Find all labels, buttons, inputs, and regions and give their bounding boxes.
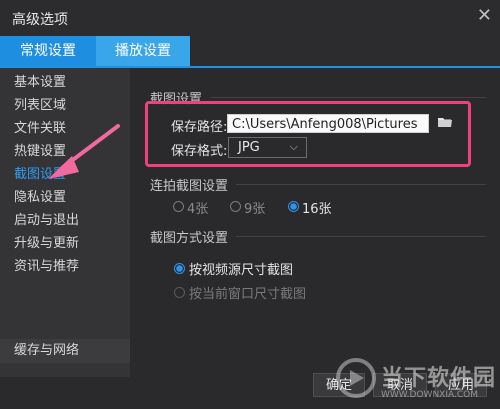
section-divider [236,184,486,185]
watermark-url: WWW.DOWNXIA.COM [381,390,478,400]
burst-settings-title: 连拍截图设置 [150,179,229,194]
tab-playback-settings[interactable]: 播放设置 [96,36,190,66]
radio-burst-4[interactable] [173,201,184,212]
save-format-select[interactable]: JPG ⌵ [228,137,307,158]
sidebar-item-list-area[interactable]: 列表区域 [0,94,130,117]
sidebar-item-update[interactable]: 升级与更新 [0,232,130,255]
sidebar-item-news[interactable]: 资讯与推荐 [0,255,130,278]
screenshot-settings-title: 截图设置 [150,92,203,107]
radio-window-size-label: 按当前窗口尺寸截图 [189,287,307,302]
section-divider [236,236,486,237]
window-title: 高级选项 [12,12,68,28]
tab-bar: 常规设置 播放设置 [0,36,500,68]
radio-window-size[interactable] [174,287,185,298]
radio-burst-4-label: 4张 [187,202,209,217]
sidebar-item-basic[interactable]: 基本设置 [0,71,130,94]
radio-burst-9-label: 9张 [244,202,266,217]
watermark-text: 当下软件园 [381,366,497,391]
radio-burst-16-label: 16张 [302,202,332,217]
sidebar-item-screenshot[interactable]: 截图设置 [0,163,130,186]
save-path-input[interactable]: C:\Users\Anfeng008\Pictures [227,114,429,133]
sidebar: 基本设置 列表区域 文件关联 热键设置 截图设置 隐私设置 启动与退出 升级与更… [0,68,130,377]
sidebar-item-privacy[interactable]: 隐私设置 [0,186,130,209]
close-icon[interactable]: ✕ [477,4,492,28]
save-path-label: 保存路径: [171,120,228,135]
chevron-down-icon: ⌵ [289,140,298,153]
save-format-value: JPG [238,140,260,155]
radio-burst-16[interactable] [288,201,299,212]
folder-icon[interactable] [437,114,453,130]
sidebar-item-cache-network[interactable]: 缓存与网络 [0,339,130,363]
tab-general-settings[interactable]: 常规设置 [0,36,96,66]
radio-burst-9[interactable] [230,201,241,212]
method-settings-title: 截图方式设置 [150,231,229,246]
title-bar: 高级选项 ✕ [0,0,500,36]
section-divider [210,97,486,98]
radio-video-source-size-label: 按视频源尺寸截图 [189,263,294,278]
sidebar-item-hotkeys[interactable]: 热键设置 [0,140,130,163]
sidebar-item-startup-exit[interactable]: 启动与退出 [0,209,130,232]
sidebar-item-file-association[interactable]: 文件关联 [0,117,130,140]
radio-video-source-size[interactable] [174,263,185,274]
save-format-label: 保存格式: [171,144,228,159]
